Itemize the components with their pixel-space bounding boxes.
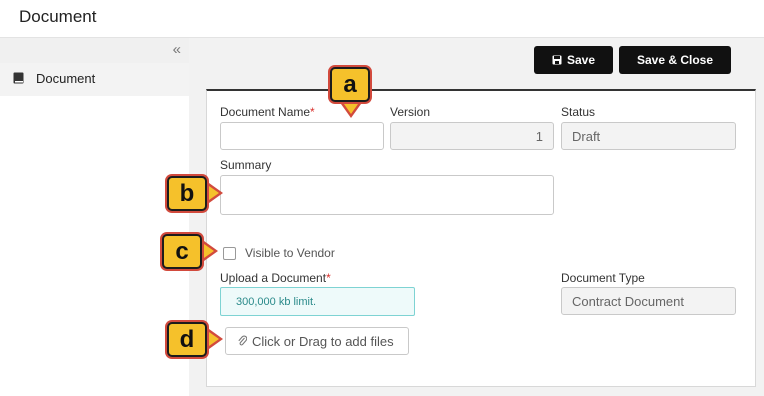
save-button-label: Save xyxy=(566,53,596,67)
callout-a-pointer-fill xyxy=(344,104,358,114)
sidebar-item-label: Document xyxy=(36,71,96,86)
callout-c: c xyxy=(162,234,202,269)
page-title: Document xyxy=(19,7,97,26)
save-and-close-button[interactable]: Save & Close xyxy=(619,46,731,74)
callout-a: a xyxy=(330,67,370,102)
version-field: 1 xyxy=(390,122,554,150)
paperclip-icon xyxy=(238,335,247,346)
save-button[interactable]: Save xyxy=(534,46,613,74)
save-and-close-label: Save & Close xyxy=(636,53,714,67)
callout-d: d xyxy=(167,322,207,357)
visible-to-vendor-label: Visible to Vendor xyxy=(245,246,335,260)
collapse-sidebar-icon[interactable]: « xyxy=(173,41,181,58)
document-name-label: Document Name* xyxy=(220,105,315,119)
callout-c-pointer-fill xyxy=(204,244,214,258)
document-type-field: Contract Document xyxy=(561,287,736,315)
callout-b: b xyxy=(167,176,207,211)
dropzone-label: Click or Drag to add files xyxy=(252,333,394,349)
document-type-label: Document Type xyxy=(561,271,645,285)
file-dropzone[interactable]: Click or Drag to add files xyxy=(225,327,409,355)
sidebar-collapse-bar: « xyxy=(0,38,189,63)
visible-to-vendor-checkbox[interactable] xyxy=(223,247,236,260)
page-header: Document xyxy=(0,0,764,38)
summary-input[interactable] xyxy=(220,175,554,215)
book-icon xyxy=(13,72,24,84)
sidebar-item-document[interactable]: Document xyxy=(0,63,189,96)
document-name-input[interactable] xyxy=(220,122,384,150)
document-form-card: Document Name* Version 1 Status Draft Su… xyxy=(206,89,756,387)
upload-limit-notice: 300,000 kb limit. xyxy=(220,287,415,316)
main-content: Save Save & Close Document Name* Version… xyxy=(189,38,764,396)
summary-label: Summary xyxy=(220,158,272,172)
sidebar: « Document xyxy=(0,38,189,396)
status-label: Status xyxy=(561,105,596,119)
upload-document-label: Upload a Document* xyxy=(220,271,331,285)
floppy-disk-icon xyxy=(552,55,562,65)
callout-d-pointer-fill xyxy=(209,332,219,346)
version-label: Version xyxy=(390,105,431,119)
status-field: Draft xyxy=(561,122,736,150)
callout-b-pointer-fill xyxy=(209,186,219,200)
